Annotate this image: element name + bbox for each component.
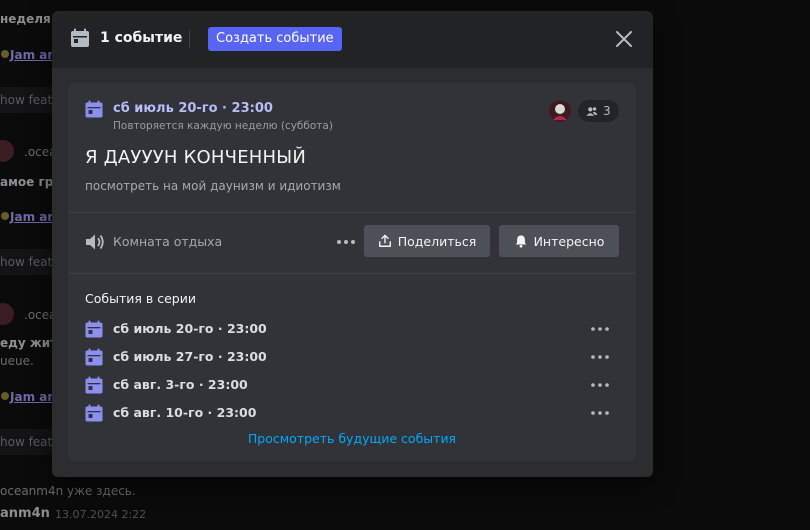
series-item[interactable]: сб авг. 3-го · 23:00: [85, 374, 619, 398]
speaker-icon: [86, 234, 104, 250]
bg-pill: how feat: [0, 87, 60, 113]
event-location[interactable]: Комната отдыха: [113, 234, 222, 249]
share-label: Поделиться: [397, 233, 477, 249]
share-icon: [378, 234, 391, 247]
bg-avatar: [0, 303, 14, 325]
modal-header: 1 событие Создать событие: [52, 11, 653, 68]
creator-avatar[interactable]: [549, 100, 571, 122]
bg-link: Jam an: [10, 390, 56, 404]
calendar-icon: [85, 348, 103, 366]
event-title: Я ДАУУУН КОНЧЕННЫЙ: [85, 147, 306, 168]
event-date: сб июль 20-го · 23:00: [113, 101, 273, 116]
calendar-icon: [71, 28, 89, 47]
bg-link: Jam an: [10, 210, 56, 224]
emoji-icon: [1, 212, 9, 220]
more-options-icon[interactable]: [589, 406, 611, 420]
calendar-icon: [85, 320, 103, 338]
header-divider: [189, 30, 190, 48]
series-item[interactable]: сб авг. 10-го · 23:00: [85, 402, 619, 426]
series-item-date: сб авг. 10-го · 23:00: [113, 405, 257, 420]
bg-text: ueue.: [0, 354, 34, 368]
series-item-date: сб авг. 3-го · 23:00: [113, 377, 248, 392]
view-future-events-link[interactable]: Просмотреть будущие события: [68, 431, 636, 446]
calendar-icon: [85, 376, 103, 394]
interested-button[interactable]: Интересно: [499, 225, 619, 257]
calendar-icon: [85, 100, 103, 118]
bg-link: Jam an: [10, 48, 56, 62]
share-button[interactable]: Поделиться: [364, 225, 490, 257]
bg-username: anm4n: [0, 506, 50, 521]
emoji-icon: [1, 392, 9, 400]
modal-body: сб июль 20-го · 23:00 Повторяется каждую…: [52, 68, 653, 477]
series-item[interactable]: сб июль 27-го · 23:00: [85, 346, 619, 370]
bg-text: еду жит: [0, 336, 58, 350]
more-options-icon[interactable]: [589, 350, 611, 364]
series-title: События в серии: [85, 291, 196, 306]
events-modal: 1 событие Создать событие сб июль 20-го …: [52, 11, 653, 477]
event-description: посмотреть на мой даунизм и идиотизм: [85, 179, 341, 193]
emoji-icon: [1, 50, 9, 58]
interested-label: Интересно: [533, 233, 605, 249]
more-options-icon[interactable]: [589, 322, 611, 336]
series-item[interactable]: сб июль 20-го · 23:00: [85, 318, 619, 342]
people-icon: [586, 106, 598, 116]
bg-text: oceanm4n уже здесь.: [0, 484, 136, 498]
event-count: 1 событие: [100, 30, 183, 46]
calendar-icon: [85, 404, 103, 422]
close-icon[interactable]: [614, 29, 634, 49]
more-options-icon[interactable]: [589, 378, 611, 392]
create-event-button[interactable]: Создать событие: [208, 27, 342, 51]
divider: [68, 273, 636, 274]
bg-pill: how feat: [0, 249, 60, 275]
series-item-date: сб июль 27-го · 23:00: [113, 349, 267, 364]
series-item-date: сб июль 20-го · 23:00: [113, 321, 267, 336]
bg-timestamp: 13.07.2024 2:22: [55, 508, 147, 521]
interested-count: 3: [603, 104, 611, 118]
event-card: сб июль 20-го · 23:00 Повторяется каждую…: [68, 83, 636, 461]
bg-pill: how feat: [0, 429, 60, 455]
event-repeat-info: Повторяется каждую неделю (суббота): [113, 120, 333, 132]
avatar-image-icon: [549, 100, 571, 122]
bell-icon: [515, 235, 526, 248]
divider: [68, 212, 636, 213]
more-options-icon[interactable]: [333, 232, 359, 252]
bg-avatar: [0, 140, 14, 162]
interested-count-badge[interactable]: 3: [578, 100, 619, 122]
